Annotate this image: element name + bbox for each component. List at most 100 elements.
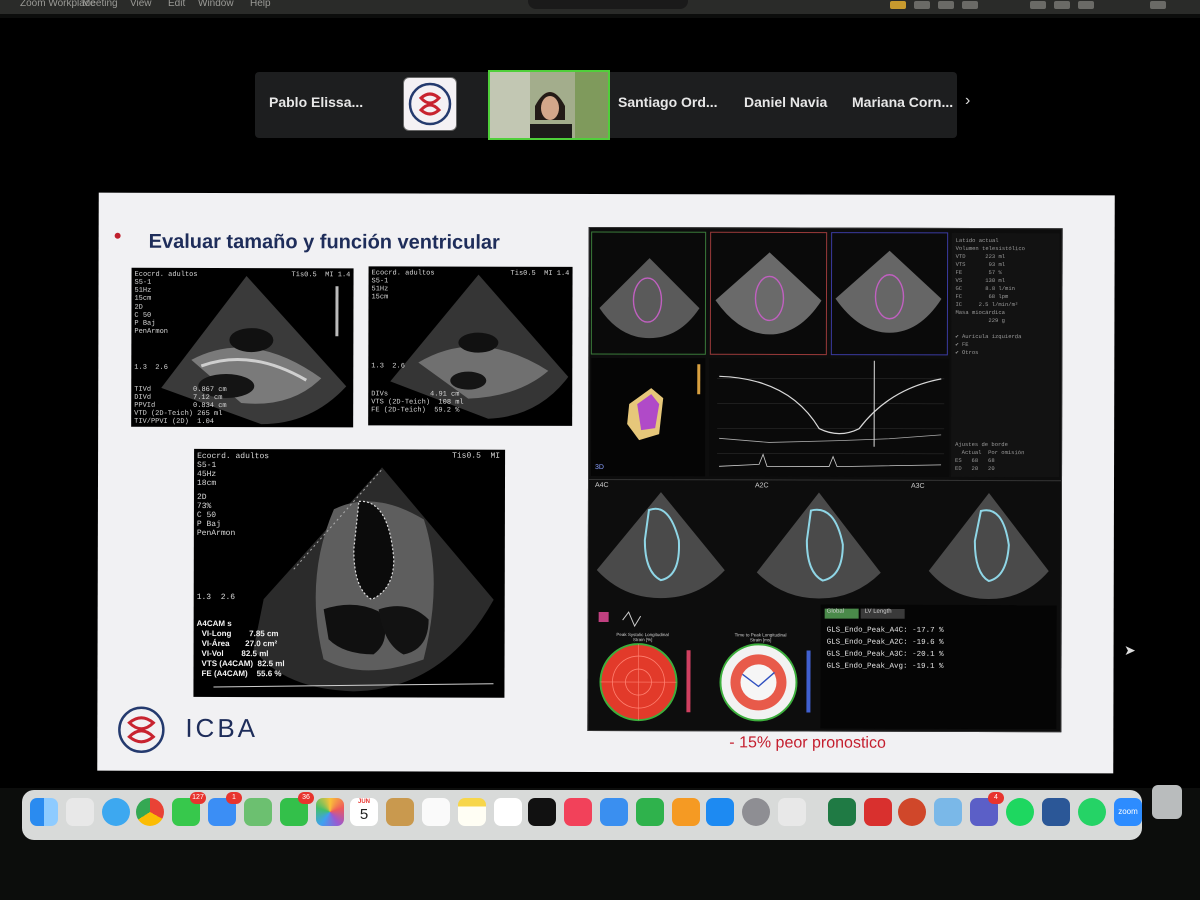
teams-icon[interactable]: 4 (970, 792, 1004, 826)
echo-mode: 2D C 50 P Baj PenArmon (134, 303, 169, 336)
spotify-icon[interactable] (1006, 798, 1034, 826)
messages-icon[interactable]: 127 (172, 792, 206, 826)
tab-global[interactable]: Global (827, 609, 844, 615)
dock: 127 1 36 JUN 5 4 zoom (22, 790, 1142, 840)
participant-avatar-logo[interactable] (403, 77, 457, 131)
gls-line: GLS_Endo_Peak_Avg: -19.1 % (826, 662, 944, 671)
border-settings: Ajustes de borde Actual Por omisión ES 6… (955, 440, 1025, 473)
system-settings-icon[interactable] (742, 798, 770, 826)
acrobat-icon[interactable] (864, 798, 892, 826)
slide-title: Evaluar tamaño y función ventricular (148, 230, 500, 254)
gls-line: GLS_Endo_Peak_A2C: -19.6 % (826, 638, 944, 647)
icba-logo: ICBA (115, 705, 345, 756)
threed-echo-panel: 3D Latido actual Volumen telesistólico V… (588, 226, 1063, 482)
numbers-icon[interactable] (636, 798, 664, 826)
menubar-edit[interactable]: Edit (168, 0, 185, 9)
participant-name[interactable]: Daniel Navia (744, 94, 827, 110)
calendar-day: 5 (359, 806, 369, 823)
echo-header: Ecocrd. adultos S5-1 51Hz 15cm (371, 269, 435, 302)
apple-tv-icon[interactable] (528, 798, 556, 826)
view-label-a2c: A2C (754, 482, 769, 490)
maps-icon[interactable] (244, 798, 272, 826)
calendar-month: JUN (357, 799, 370, 805)
echo-measurements: TIVd 0.867 cm DIVd 7.12 cm PPVId 0.834 c… (134, 385, 227, 426)
strain-views (596, 492, 1057, 730)
echo-depth: 1.3 2.6 (134, 363, 168, 372)
safari-icon[interactable] (102, 798, 130, 826)
notes-icon[interactable] (458, 798, 486, 826)
icba-logo-icon (408, 82, 452, 126)
echo-depth: 1.3 2.6 (371, 362, 405, 371)
status-icon[interactable] (1054, 1, 1070, 9)
reminders-icon[interactable] (422, 798, 450, 826)
status-icon[interactable] (1078, 1, 1094, 9)
app-store-icon[interactable] (706, 798, 734, 826)
freeform-icon[interactable] (494, 798, 522, 826)
echo-header: Ecocrd. adultos S5-1 45Hz 18cm (196, 451, 270, 488)
icba-logo-icon (118, 706, 165, 754)
echo-image-plax-systole: Ecocrd. adultos S5-1 51Hz 15cm Tis0.5 MI… (368, 266, 573, 426)
echo-measurements: DIVs 4.91 cm VTS (2D-Teich) 108 ml FE (2… (371, 390, 464, 415)
bullseye-title-strain: Peak Systolic Longitudinal Strain [%] (616, 632, 669, 643)
echo-tis: Tis0.5 MI 1.4 (510, 269, 570, 278)
shared-screen-slide: Evaluar tamaño y función ventricular Eco… (97, 192, 1115, 774)
echo-tis: Tis0.5 MI 1.4 (452, 451, 505, 461)
menubar-meeting[interactable]: Meeting (82, 0, 118, 9)
menubar-view[interactable]: View (130, 0, 152, 9)
powerpoint-icon[interactable] (898, 798, 926, 826)
zoom-icon[interactable]: zoom (1114, 798, 1142, 826)
photos-icon[interactable] (316, 798, 344, 826)
menubar-window[interactable]: Window (198, 0, 234, 9)
threed-label: 3D (595, 463, 605, 471)
whatsapp-icon[interactable] (1078, 798, 1106, 826)
mail-icon[interactable]: 1 (208, 792, 242, 826)
facetime-icon[interactable]: 36 (280, 792, 314, 826)
participant-video-speaking[interactable] (488, 70, 610, 140)
badge: 36 (298, 792, 314, 804)
echo-depth: 1.3 2.6 (196, 592, 236, 603)
menubar: Zoom Workplace Meeting View Edit Window … (0, 0, 1200, 14)
chrome-icon[interactable] (136, 798, 164, 826)
chevron-right-icon[interactable]: › (965, 92, 970, 110)
strain-analysis-panel: A4C A2C A3C Global LV Length Peak Systol… (587, 478, 1063, 733)
excel-icon[interactable] (828, 798, 856, 826)
trash-icon[interactable] (1152, 785, 1182, 819)
status-icon[interactable] (914, 1, 930, 9)
bullseye-title-time: Time to Peak Longitudinal Strain [ms] (734, 632, 787, 643)
status-icon[interactable] (890, 1, 906, 9)
echo-image-plax: Ecocrd. adultos S5-1 51Hz 15cm 2D C 50 P… (131, 267, 354, 428)
music-icon[interactable] (564, 798, 592, 826)
participant-name[interactable]: Mariana Corn... (852, 94, 953, 110)
participant-video-frame (490, 72, 608, 138)
gls-line: GLS_Endo_Peak_A3C: -20.1 % (826, 650, 944, 659)
participant-name[interactable]: Santiago Ord... (618, 94, 718, 110)
badge: 1 (226, 792, 242, 804)
status-icon[interactable] (1150, 1, 1166, 9)
menubar-help[interactable]: Help (250, 0, 271, 9)
participant-name[interactable]: Pablo Elissa... (269, 94, 363, 110)
status-icon[interactable] (1030, 1, 1046, 9)
echo-mode: 2D 73% C 50 P Baj PenArmon (196, 492, 236, 539)
keynote-icon[interactable] (600, 798, 628, 826)
echo-image-a4c: Ecocrd. adultos S5-1 45Hz 18cm 2D 73% C … (193, 448, 506, 698)
mouse-cursor-icon: ➤ (1124, 642, 1136, 658)
iphone-mirroring-icon[interactable] (778, 798, 806, 826)
finder-icon[interactable] (30, 798, 58, 826)
camera-notch (528, 0, 688, 9)
status-icon[interactable] (938, 1, 954, 9)
calendar-icon[interactable]: JUN 5 (350, 798, 378, 826)
launchpad-icon[interactable] (66, 798, 94, 826)
pages-icon[interactable] (672, 798, 700, 826)
echo-header: Ecocrd. adultos S5-1 51Hz 15cm (134, 270, 198, 303)
tab-lv-length[interactable]: LV Length (865, 609, 892, 615)
word-icon[interactable] (1042, 798, 1070, 826)
bullet-point (114, 232, 121, 239)
preview-icon[interactable] (934, 798, 962, 826)
view-label-a4c: A4C (594, 481, 609, 490)
participant-strip: Pablo Elissa... Santiago Ord... Daniel N… (255, 70, 970, 140)
view-label-a3c: A3C (910, 482, 925, 490)
badge: 127 (190, 792, 206, 804)
contacts-icon[interactable] (386, 798, 414, 826)
zoom-meeting-window: Pablo Elissa... Santiago Ord... Daniel N… (0, 18, 1200, 788)
status-icon[interactable] (962, 1, 978, 9)
